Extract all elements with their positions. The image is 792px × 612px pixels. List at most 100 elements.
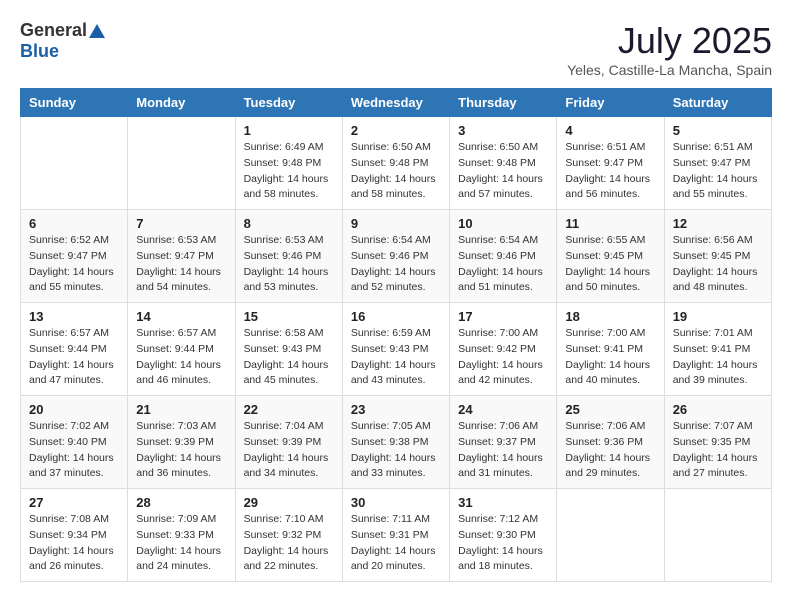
sunset-text: Sunset: 9:47 PM (673, 157, 751, 169)
calendar-day-header: Monday (128, 89, 235, 117)
location-title: Yeles, Castille-La Mancha, Spain (567, 62, 772, 78)
calendar-day-cell: 15 Sunrise: 6:58 AM Sunset: 9:43 PM Dayl… (235, 303, 342, 396)
daylight-text: Daylight: 14 hours and 48 minutes. (673, 266, 758, 294)
calendar-day-cell: 7 Sunrise: 6:53 AM Sunset: 9:47 PM Dayli… (128, 210, 235, 303)
day-info: Sunrise: 7:03 AM Sunset: 9:39 PM Dayligh… (136, 419, 226, 482)
day-info: Sunrise: 6:54 AM Sunset: 9:46 PM Dayligh… (458, 233, 548, 296)
calendar-day-cell: 12 Sunrise: 6:56 AM Sunset: 9:45 PM Dayl… (664, 210, 771, 303)
sunrise-text: Sunrise: 7:03 AM (136, 420, 216, 432)
daylight-text: Daylight: 14 hours and 34 minutes. (244, 452, 329, 480)
daylight-text: Daylight: 14 hours and 26 minutes. (29, 545, 114, 573)
daylight-text: Daylight: 14 hours and 51 minutes. (458, 266, 543, 294)
day-info: Sunrise: 7:12 AM Sunset: 9:30 PM Dayligh… (458, 512, 548, 575)
day-info: Sunrise: 6:52 AM Sunset: 9:47 PM Dayligh… (29, 233, 119, 296)
day-info: Sunrise: 6:58 AM Sunset: 9:43 PM Dayligh… (244, 326, 334, 389)
sunrise-text: Sunrise: 7:02 AM (29, 420, 109, 432)
daylight-text: Daylight: 14 hours and 54 minutes. (136, 266, 221, 294)
calendar-day-cell: 10 Sunrise: 6:54 AM Sunset: 9:46 PM Dayl… (450, 210, 557, 303)
calendar-day-cell: 1 Sunrise: 6:49 AM Sunset: 9:48 PM Dayli… (235, 117, 342, 210)
calendar-day-cell: 31 Sunrise: 7:12 AM Sunset: 9:30 PM Dayl… (450, 489, 557, 582)
day-number: 4 (565, 123, 655, 138)
sunset-text: Sunset: 9:48 PM (458, 157, 536, 169)
sunrise-text: Sunrise: 6:50 AM (458, 141, 538, 153)
sunrise-text: Sunrise: 7:07 AM (673, 420, 753, 432)
calendar-day-cell: 23 Sunrise: 7:05 AM Sunset: 9:38 PM Dayl… (342, 396, 449, 489)
calendar-day-cell: 5 Sunrise: 6:51 AM Sunset: 9:47 PM Dayli… (664, 117, 771, 210)
sunrise-text: Sunrise: 7:06 AM (565, 420, 645, 432)
calendar-day-header: Saturday (664, 89, 771, 117)
day-number: 8 (244, 216, 334, 231)
calendar-day-cell: 17 Sunrise: 7:00 AM Sunset: 9:42 PM Dayl… (450, 303, 557, 396)
calendar-week-row: 13 Sunrise: 6:57 AM Sunset: 9:44 PM Dayl… (21, 303, 772, 396)
day-info: Sunrise: 6:59 AM Sunset: 9:43 PM Dayligh… (351, 326, 441, 389)
calendar-week-row: 6 Sunrise: 6:52 AM Sunset: 9:47 PM Dayli… (21, 210, 772, 303)
day-info: Sunrise: 7:00 AM Sunset: 9:42 PM Dayligh… (458, 326, 548, 389)
calendar-day-cell: 3 Sunrise: 6:50 AM Sunset: 9:48 PM Dayli… (450, 117, 557, 210)
sunset-text: Sunset: 9:39 PM (244, 436, 322, 448)
day-number: 12 (673, 216, 763, 231)
sunrise-text: Sunrise: 6:57 AM (29, 327, 109, 339)
day-number: 7 (136, 216, 226, 231)
day-number: 27 (29, 495, 119, 510)
day-info: Sunrise: 7:06 AM Sunset: 9:36 PM Dayligh… (565, 419, 655, 482)
day-info: Sunrise: 6:55 AM Sunset: 9:45 PM Dayligh… (565, 233, 655, 296)
calendar-day-cell (21, 117, 128, 210)
sunrise-text: Sunrise: 6:54 AM (458, 234, 538, 246)
day-info: Sunrise: 6:56 AM Sunset: 9:45 PM Dayligh… (673, 233, 763, 296)
sunset-text: Sunset: 9:47 PM (136, 250, 214, 262)
day-number: 19 (673, 309, 763, 324)
day-number: 3 (458, 123, 548, 138)
calendar-day-cell: 2 Sunrise: 6:50 AM Sunset: 9:48 PM Dayli… (342, 117, 449, 210)
calendar-day-cell (557, 489, 664, 582)
day-number: 18 (565, 309, 655, 324)
sunset-text: Sunset: 9:40 PM (29, 436, 107, 448)
daylight-text: Daylight: 14 hours and 58 minutes. (244, 173, 329, 201)
sunrise-text: Sunrise: 7:04 AM (244, 420, 324, 432)
title-area: July 2025 Yeles, Castille-La Mancha, Spa… (567, 20, 772, 78)
day-info: Sunrise: 7:06 AM Sunset: 9:37 PM Dayligh… (458, 419, 548, 482)
calendar-day-cell (128, 117, 235, 210)
day-info: Sunrise: 7:08 AM Sunset: 9:34 PM Dayligh… (29, 512, 119, 575)
day-info: Sunrise: 7:00 AM Sunset: 9:41 PM Dayligh… (565, 326, 655, 389)
calendar-day-cell: 20 Sunrise: 7:02 AM Sunset: 9:40 PM Dayl… (21, 396, 128, 489)
sunset-text: Sunset: 9:32 PM (244, 529, 322, 541)
calendar-day-header: Tuesday (235, 89, 342, 117)
sunset-text: Sunset: 9:36 PM (565, 436, 643, 448)
daylight-text: Daylight: 14 hours and 39 minutes. (673, 359, 758, 387)
sunset-text: Sunset: 9:43 PM (351, 343, 429, 355)
sunrise-text: Sunrise: 6:51 AM (673, 141, 753, 153)
daylight-text: Daylight: 14 hours and 58 minutes. (351, 173, 436, 201)
day-info: Sunrise: 7:09 AM Sunset: 9:33 PM Dayligh… (136, 512, 226, 575)
calendar-day-cell: 26 Sunrise: 7:07 AM Sunset: 9:35 PM Dayl… (664, 396, 771, 489)
calendar-week-row: 27 Sunrise: 7:08 AM Sunset: 9:34 PM Dayl… (21, 489, 772, 582)
sunrise-text: Sunrise: 6:54 AM (351, 234, 431, 246)
day-number: 14 (136, 309, 226, 324)
day-number: 6 (29, 216, 119, 231)
day-info: Sunrise: 6:54 AM Sunset: 9:46 PM Dayligh… (351, 233, 441, 296)
sunrise-text: Sunrise: 7:11 AM (351, 513, 430, 525)
day-number: 11 (565, 216, 655, 231)
calendar-day-cell: 8 Sunrise: 6:53 AM Sunset: 9:46 PM Dayli… (235, 210, 342, 303)
sunset-text: Sunset: 9:46 PM (458, 250, 536, 262)
day-number: 28 (136, 495, 226, 510)
day-info: Sunrise: 6:50 AM Sunset: 9:48 PM Dayligh… (351, 140, 441, 203)
day-number: 23 (351, 402, 441, 417)
day-number: 9 (351, 216, 441, 231)
daylight-text: Daylight: 14 hours and 52 minutes. (351, 266, 436, 294)
daylight-text: Daylight: 14 hours and 42 minutes. (458, 359, 543, 387)
sunrise-text: Sunrise: 7:10 AM (244, 513, 324, 525)
sunrise-text: Sunrise: 6:50 AM (351, 141, 431, 153)
calendar-day-cell: 19 Sunrise: 7:01 AM Sunset: 9:41 PM Dayl… (664, 303, 771, 396)
sunset-text: Sunset: 9:48 PM (244, 157, 322, 169)
calendar-body: 1 Sunrise: 6:49 AM Sunset: 9:48 PM Dayli… (21, 117, 772, 582)
sunset-text: Sunset: 9:41 PM (565, 343, 643, 355)
daylight-text: Daylight: 14 hours and 46 minutes. (136, 359, 221, 387)
sunset-text: Sunset: 9:44 PM (29, 343, 107, 355)
daylight-text: Daylight: 14 hours and 45 minutes. (244, 359, 329, 387)
calendar-day-header: Thursday (450, 89, 557, 117)
day-number: 13 (29, 309, 119, 324)
daylight-text: Daylight: 14 hours and 40 minutes. (565, 359, 650, 387)
calendar-day-cell: 6 Sunrise: 6:52 AM Sunset: 9:47 PM Dayli… (21, 210, 128, 303)
calendar-week-row: 20 Sunrise: 7:02 AM Sunset: 9:40 PM Dayl… (21, 396, 772, 489)
daylight-text: Daylight: 14 hours and 47 minutes. (29, 359, 114, 387)
